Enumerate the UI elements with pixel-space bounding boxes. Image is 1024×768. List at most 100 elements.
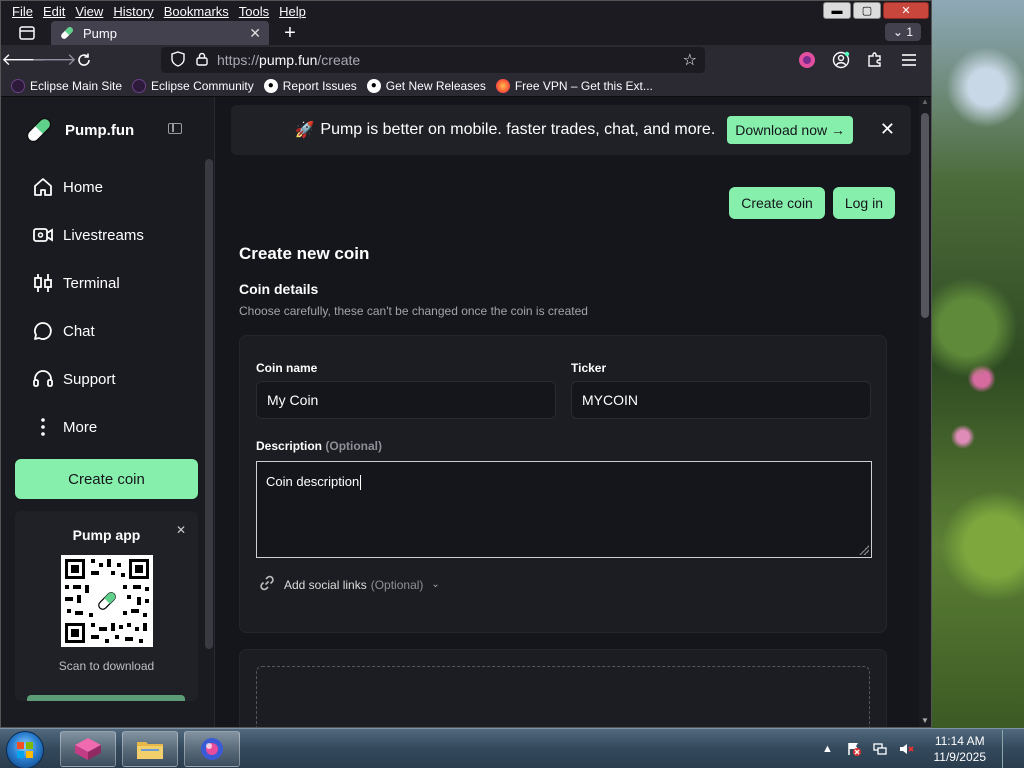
- menu-bar: File Edit View History Bookmarks Tools H…: [1, 1, 931, 21]
- page-viewport: Pump.fun Home Livestreams Terminal Chat …: [1, 97, 931, 727]
- description-value: Coin description: [266, 474, 360, 489]
- link-icon: [258, 574, 276, 595]
- github-icon: ●: [263, 78, 278, 93]
- tab-bar: Pump ✕ + ⌄ 1: [1, 21, 931, 45]
- top-actions: Create coin Log in: [729, 187, 895, 219]
- menu-history[interactable]: History: [108, 4, 158, 19]
- sidebar-item-label: Livestreams: [63, 226, 144, 244]
- menu-help[interactable]: Help: [274, 4, 311, 19]
- coin-details-card: Coin name My Coin Ticker MYCOIN Descript…: [239, 335, 887, 633]
- sidebar-collapse-icon[interactable]: [168, 123, 182, 134]
- description-label-text: Description: [256, 439, 323, 453]
- lock-icon[interactable]: [193, 52, 211, 69]
- close-window-button[interactable]: ✕: [883, 2, 929, 19]
- window-controls: ▬ ▢ ✕: [823, 2, 929, 19]
- social-links-label: Add social links: [284, 577, 367, 592]
- bookmark-eclipse-main[interactable]: Eclipse Main Site: [11, 78, 122, 93]
- bookmark-get-new-releases[interactable]: ● Get New Releases: [366, 78, 486, 93]
- scrollbar-thumb[interactable]: [921, 113, 929, 318]
- resize-handle[interactable]: [859, 545, 869, 555]
- github-icon: ●: [366, 78, 381, 93]
- nav-bar: 🡐 🡒 https://pump.fun/create ☆: [1, 45, 931, 75]
- menu-bookmarks[interactable]: Bookmarks: [159, 4, 234, 19]
- sidebar-item-terminal[interactable]: Terminal: [31, 259, 214, 307]
- tray-expand-icon[interactable]: ▲: [820, 741, 836, 757]
- url-path: /create: [317, 52, 361, 68]
- show-desktop-button[interactable]: [1002, 730, 1012, 768]
- chevron-down-icon: ⌄: [892, 25, 903, 39]
- banner-close-icon[interactable]: ✕: [880, 119, 895, 140]
- coin-name-input[interactable]: My Coin: [256, 381, 556, 419]
- scroll-up-icon[interactable]: ▲: [921, 97, 929, 106]
- clock[interactable]: 11:14 AM 11/9/2025: [934, 733, 987, 765]
- tab-close-icon[interactable]: ✕: [249, 25, 261, 42]
- start-button[interactable]: [6, 731, 44, 768]
- description-textarea[interactable]: Coin description: [256, 461, 872, 558]
- rocket-icon: 🚀: [294, 122, 315, 139]
- account-icon[interactable]: [831, 50, 851, 70]
- taskbar-file-explorer-icon[interactable]: [122, 731, 178, 767]
- optional-tag: (Optional): [325, 439, 383, 453]
- extensions-puzzle-icon[interactable]: [865, 50, 885, 70]
- download-now-button[interactable]: Download now →: [727, 116, 853, 144]
- sidebar-item-support[interactable]: Support: [31, 355, 214, 403]
- url-bar[interactable]: https://pump.fun/create ☆: [161, 47, 705, 73]
- extension-avatar-icon[interactable]: [797, 50, 817, 70]
- url-scheme: https://: [217, 52, 260, 68]
- minimize-button[interactable]: ▬: [823, 2, 851, 19]
- volume-muted-icon[interactable]: [898, 741, 914, 757]
- clock-time: 11:14 AM: [934, 734, 985, 748]
- pump-logo-icon: [26, 117, 52, 143]
- maximize-button[interactable]: ▢: [853, 2, 881, 19]
- livestream-icon: [31, 223, 55, 247]
- action-center-flag-icon[interactable]: [846, 741, 862, 757]
- sidebar-item-more[interactable]: More: [31, 403, 214, 451]
- brand[interactable]: Pump.fun: [1, 97, 214, 163]
- bookmark-label: Eclipse Community: [151, 78, 254, 93]
- log-in-button[interactable]: Log in: [832, 187, 895, 219]
- menu-view[interactable]: View: [70, 4, 108, 19]
- hamburger-menu-icon[interactable]: [899, 50, 919, 70]
- menu-tools[interactable]: Tools: [234, 4, 274, 19]
- chevron-down-icon: ⌄: [431, 579, 440, 590]
- desktop-wallpaper: [930, 0, 1024, 728]
- create-coin-button[interactable]: Create coin: [729, 187, 825, 219]
- add-social-links-toggle[interactable]: Add social links (Optional) ⌄: [258, 574, 440, 595]
- bookmark-star-icon[interactable]: ☆: [683, 50, 697, 70]
- app-card-close-icon[interactable]: ✕: [176, 523, 186, 537]
- chat-icon: [31, 319, 55, 343]
- coin-name-label: Coin name: [256, 361, 318, 375]
- shield-icon[interactable]: [169, 50, 187, 70]
- new-tab-button[interactable]: +: [279, 22, 301, 45]
- bookmark-label: Free VPN – Get this Ext...: [514, 78, 653, 93]
- network-icon[interactable]: [872, 741, 888, 757]
- toolbar-right: [797, 50, 919, 70]
- banner-text: Pump is better on mobile. faster trades,…: [320, 121, 716, 138]
- tab-list-icon[interactable]: [13, 22, 41, 44]
- sidebar-create-coin-button[interactable]: Create coin: [15, 459, 198, 499]
- forward-button[interactable]: 🡒: [31, 47, 77, 73]
- sidebar-scrollbar[interactable]: [205, 159, 213, 649]
- page-scrollbar[interactable]: ▲ ▼: [919, 97, 931, 727]
- bookmark-free-vpn[interactable]: Free VPN – Get this Ext...: [495, 78, 653, 93]
- menu-file[interactable]: File: [7, 4, 38, 19]
- taskbar-app-cube-icon[interactable]: [60, 731, 116, 767]
- tab-pump[interactable]: Pump ✕: [51, 21, 269, 45]
- mobile-promo-banner: 🚀 Pump is better on mobile. faster trade…: [231, 105, 911, 155]
- menu-edit[interactable]: Edit: [38, 4, 70, 19]
- sidebar-item-home[interactable]: Home: [31, 163, 214, 211]
- tab-title: Pump: [83, 25, 117, 41]
- sidebar-item-chat[interactable]: Chat: [31, 307, 214, 355]
- tab-overflow-button[interactable]: ⌄ 1: [884, 23, 921, 41]
- bookmark-report-issues[interactable]: ● Report Issues: [263, 78, 357, 93]
- upload-dropzone[interactable]: [256, 666, 870, 727]
- app-card-button[interactable]: [27, 695, 185, 701]
- taskbar-browser-icon[interactable]: [184, 731, 240, 767]
- reload-button[interactable]: [69, 47, 99, 73]
- scroll-down-icon[interactable]: ▼: [921, 716, 929, 725]
- app-card-title: Pump app: [72, 527, 141, 543]
- bookmark-eclipse-community[interactable]: Eclipse Community: [132, 78, 254, 93]
- ticker-input[interactable]: MYCOIN: [571, 381, 871, 419]
- sidebar-item-livestreams[interactable]: Livestreams: [31, 211, 214, 259]
- bookmark-label: Get New Releases: [385, 78, 486, 93]
